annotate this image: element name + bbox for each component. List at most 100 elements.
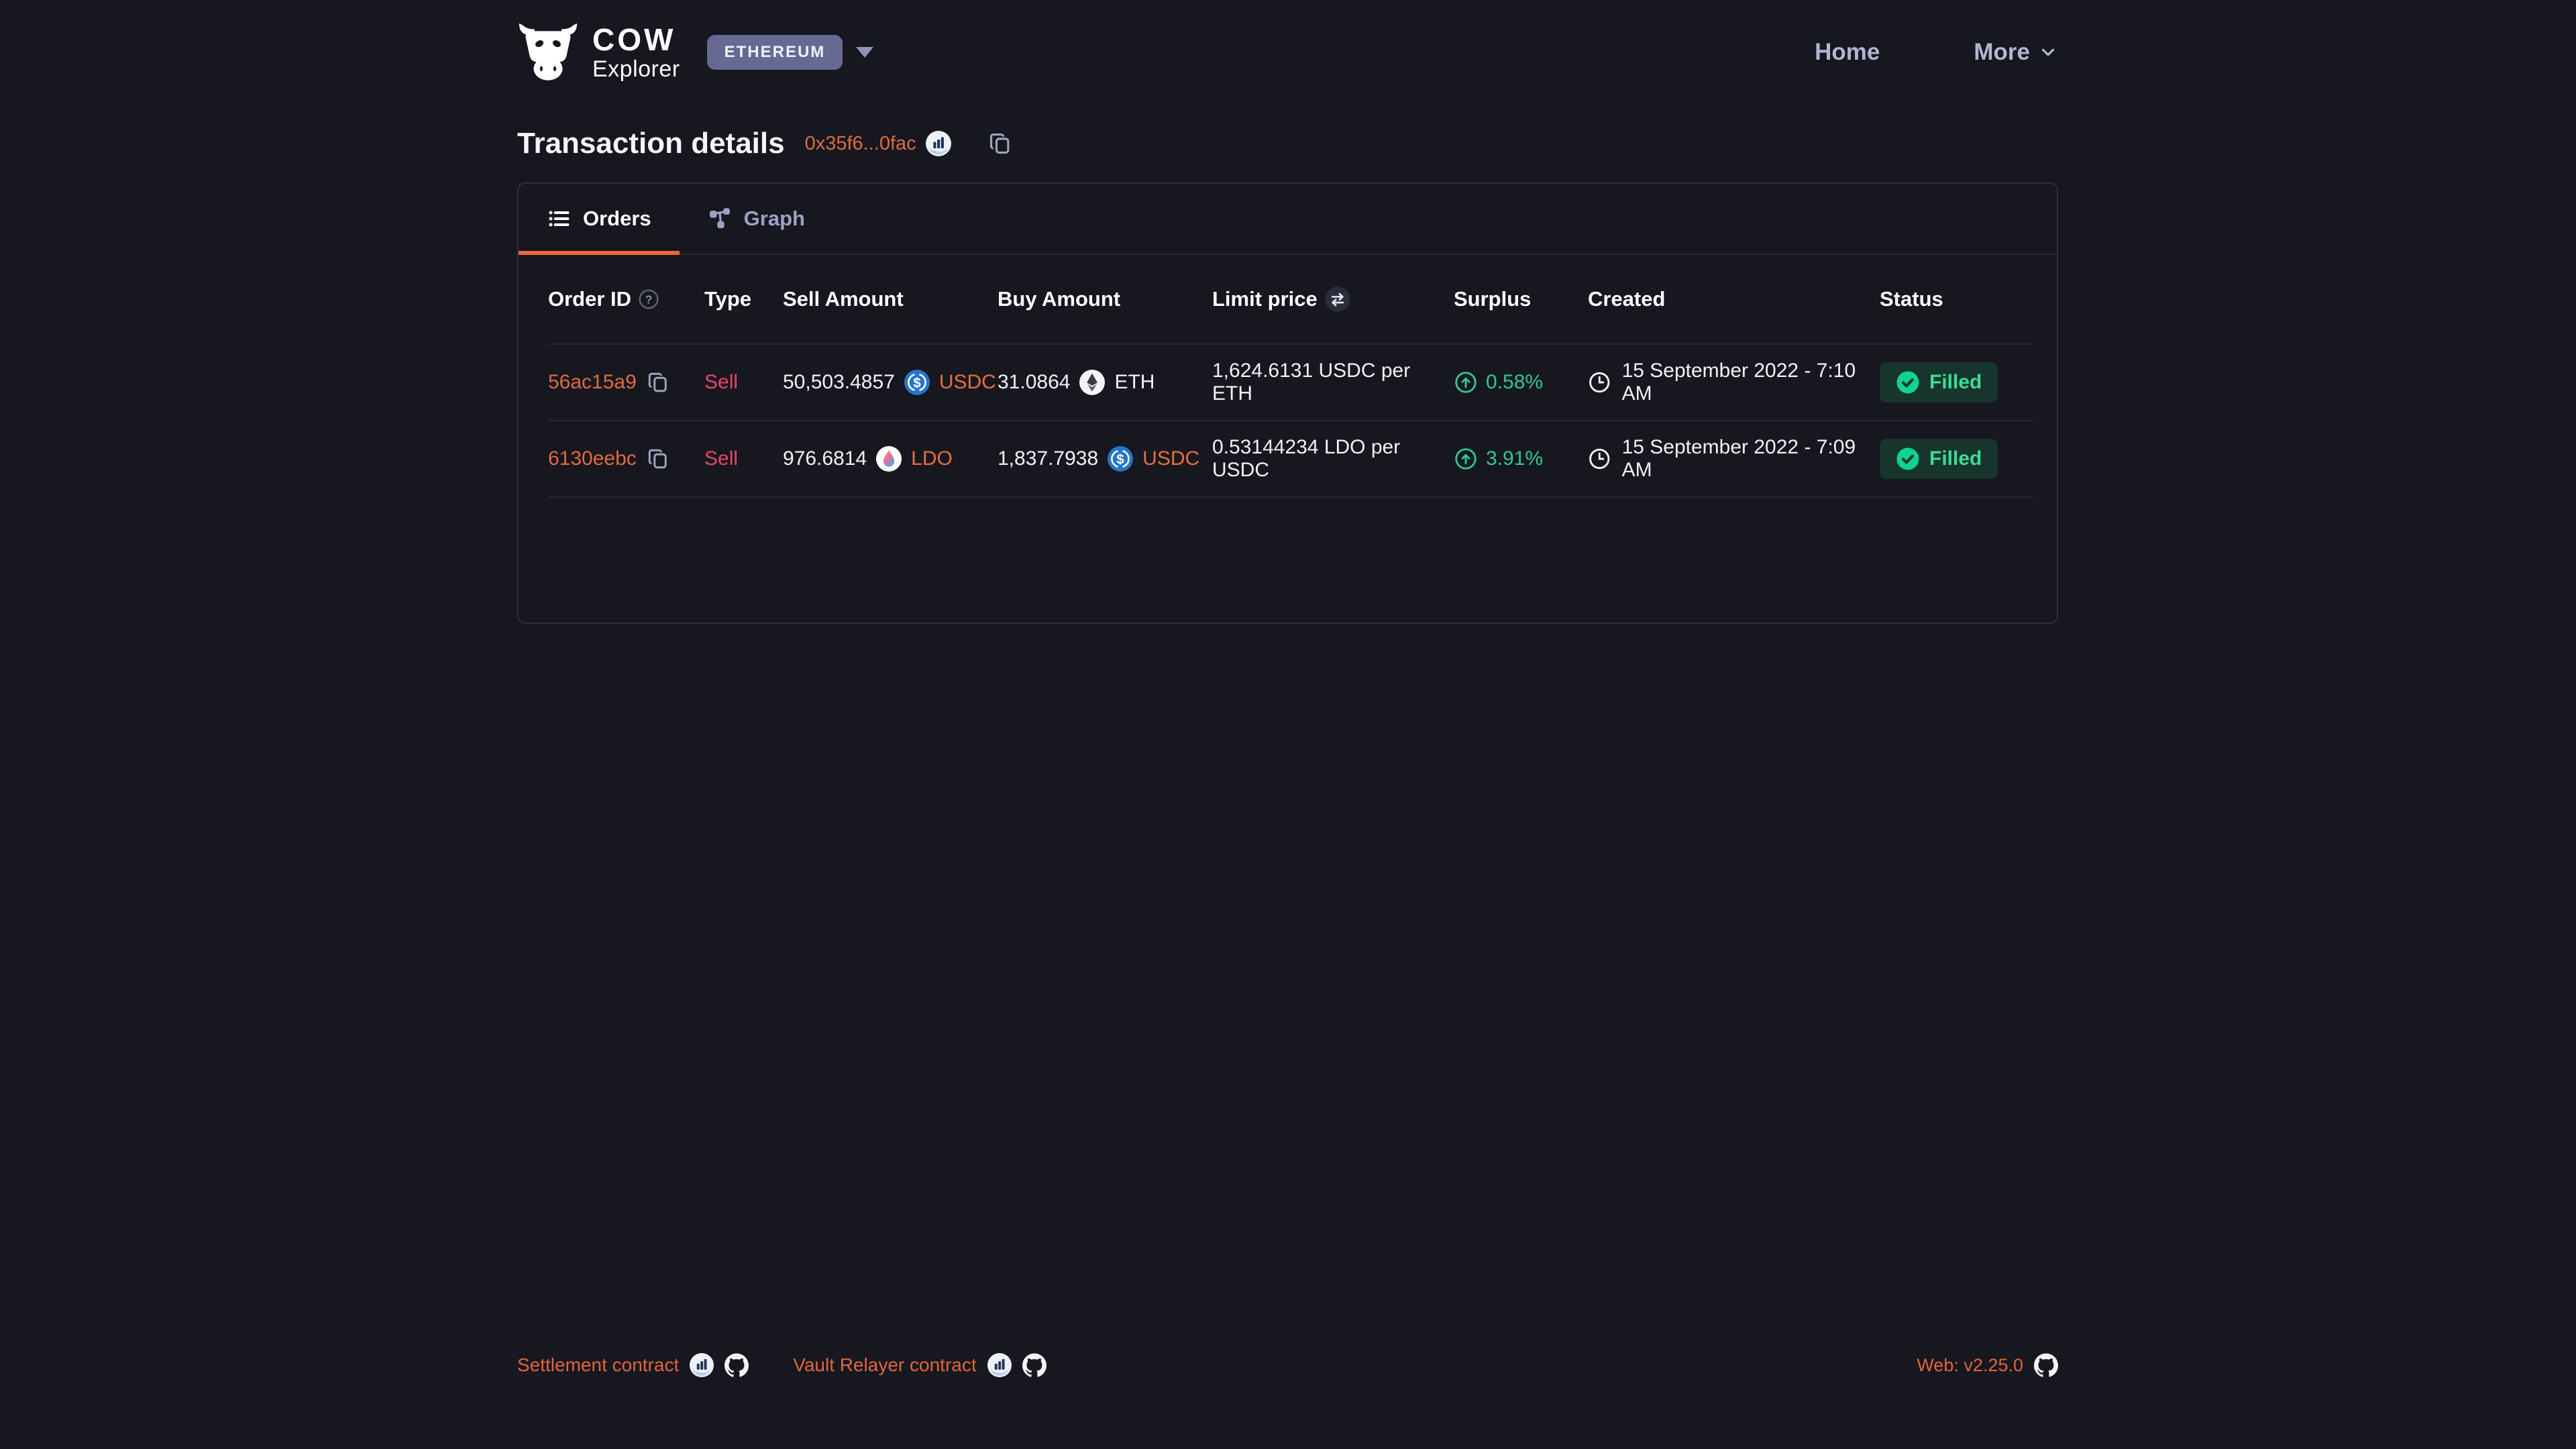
- status-cell: Filled: [1880, 362, 2034, 402]
- col-header-created: Created: [1588, 287, 1880, 311]
- col-header-type: Type: [704, 287, 783, 311]
- order-type-label: Sell: [704, 447, 738, 470]
- surplus-value: 0.58%: [1486, 371, 1543, 394]
- created-cell: 15 September 2022 - 7:09 AM: [1588, 436, 1880, 482]
- tab-graph-label: Graph: [744, 207, 805, 231]
- tx-hash-link[interactable]: 0x35f6...0fac: [805, 131, 951, 156]
- surplus-header-label: Surplus: [1454, 287, 1531, 311]
- buy-token-label: ETH: [1114, 371, 1155, 394]
- nav-item-home[interactable]: Home: [1815, 39, 1880, 66]
- vault-relayer-contract-group: Vault Relayer contract: [793, 1353, 1046, 1377]
- order-id-header-label: Order ID: [548, 287, 631, 311]
- col-header-surplus: Surplus: [1454, 287, 1588, 311]
- usdc-token-icon: $: [904, 370, 930, 395]
- surplus-cell: 3.91%: [1454, 447, 1588, 471]
- swap-price-units-icon[interactable]: [1324, 286, 1351, 313]
- title-row: Transaction details 0x35f6...0fac: [517, 123, 1013, 164]
- buy-amount-value: 31.0864: [998, 371, 1070, 394]
- col-header-sell-amount: Sell Amount: [783, 287, 998, 311]
- table-row: 56ac15a9 Sell 50,503.4857 $ USDC: [548, 343, 2034, 420]
- page-title: Transaction details: [517, 127, 785, 160]
- github-icon[interactable]: [1022, 1353, 1046, 1377]
- surplus-cell: 0.58%: [1454, 370, 1588, 394]
- sell-token-link[interactable]: LDO: [911, 447, 953, 470]
- table-header-row: Order ID ? Type Sell Amount Buy Amount L…: [548, 255, 2034, 343]
- settlement-contract-link[interactable]: Settlement contract: [517, 1354, 679, 1376]
- github-icon[interactable]: [2034, 1353, 2058, 1377]
- status-header-label: Status: [1880, 287, 1943, 311]
- logo-sub-text: Explorer: [592, 58, 680, 80]
- network-badge[interactable]: ETHEREUM: [707, 35, 843, 70]
- nav-home-label: Home: [1815, 39, 1880, 66]
- limit-price-value: 1,624.6131 USDC per ETH: [1212, 360, 1454, 405]
- network-selector[interactable]: ETHEREUM: [707, 35, 874, 70]
- footer-version-group: Web: v2.25.0: [1917, 1353, 2058, 1377]
- buy-token-link[interactable]: USDC: [1142, 447, 1199, 470]
- order-id-link[interactable]: 56ac15a9: [548, 371, 637, 394]
- order-id-link[interactable]: 6130eebc: [548, 447, 637, 470]
- status-badge: Filled: [1880, 362, 1998, 402]
- buy-amount-cell: 31.0864 ETH: [998, 370, 1212, 395]
- copy-icon[interactable]: [646, 370, 670, 394]
- tab-bar: Orders Graph: [519, 184, 2057, 255]
- limit-price-header-label: Limit price: [1212, 287, 1318, 311]
- type-cell: Sell: [704, 447, 783, 470]
- github-icon[interactable]: [724, 1353, 749, 1377]
- limit-price-cell: 0.53144234 LDO per USDC: [1212, 436, 1454, 482]
- footer: Settlement contract Vault Relayer contra…: [517, 1343, 2058, 1387]
- orders-table: Order ID ? Type Sell Amount Buy Amount L…: [548, 255, 2034, 498]
- main-nav: Home More: [1815, 39, 2058, 66]
- status-label: Filled: [1929, 371, 1982, 394]
- sell-amount-value: 50,503.4857: [783, 371, 895, 394]
- orders-card: Orders Graph Order ID ? Type: [517, 182, 2058, 624]
- surplus-up-icon: [1454, 447, 1478, 471]
- usdc-token-icon: $: [1108, 446, 1133, 472]
- tab-orders[interactable]: Orders: [519, 184, 680, 254]
- etherscan-icon[interactable]: [926, 131, 951, 156]
- chevron-down-icon: [2038, 42, 2058, 62]
- chevron-down-icon: [856, 47, 873, 58]
- limit-price-value: 0.53144234 LDO per USDC: [1212, 436, 1454, 482]
- buy-amount-value: 1,837.7938: [998, 447, 1098, 470]
- list-icon: [547, 207, 571, 231]
- check-circle-icon: [1896, 370, 1920, 394]
- sell-amount-cell: 976.6814 LDO: [783, 446, 998, 472]
- settlement-contract-group: Settlement contract: [517, 1353, 749, 1377]
- order-id-cell: 56ac15a9: [548, 370, 704, 394]
- logo-brand-text: COW: [592, 24, 680, 55]
- etherscan-icon[interactable]: [690, 1353, 714, 1377]
- created-value: 15 September 2022 - 7:09 AM: [1622, 436, 1880, 482]
- table-end-divider: [548, 496, 2034, 498]
- etherscan-icon[interactable]: [987, 1353, 1012, 1377]
- created-value: 15 September 2022 - 7:10 AM: [1622, 360, 1880, 405]
- col-header-limit-price: Limit price: [1212, 286, 1454, 313]
- col-header-buy-amount: Buy Amount: [998, 287, 1212, 311]
- copy-icon[interactable]: [987, 131, 1013, 156]
- web-version-link[interactable]: Web: v2.25.0: [1917, 1355, 2023, 1376]
- clock-icon: [1588, 370, 1611, 394]
- status-label: Filled: [1929, 447, 1982, 470]
- svg-text:?: ?: [645, 293, 653, 307]
- help-icon[interactable]: ?: [638, 288, 659, 310]
- sell-amount-value: 976.6814: [783, 447, 867, 470]
- created-cell: 15 September 2022 - 7:10 AM: [1588, 360, 1880, 405]
- sell-amount-header-label: Sell Amount: [783, 287, 904, 311]
- sell-amount-cell: 50,503.4857 $ USDC: [783, 370, 998, 395]
- table-row: 6130eebc Sell 976.6814: [548, 420, 2034, 496]
- tab-orders-label: Orders: [583, 207, 651, 231]
- sell-token-link[interactable]: USDC: [939, 371, 996, 394]
- buy-amount-header-label: Buy Amount: [998, 287, 1120, 311]
- limit-price-cell: 1,624.6131 USDC per ETH: [1212, 360, 1454, 405]
- order-id-cell: 6130eebc: [548, 447, 704, 471]
- check-circle-icon: [1896, 447, 1920, 471]
- surplus-up-icon: [1454, 370, 1478, 394]
- created-header-label: Created: [1588, 287, 1665, 311]
- vault-relayer-contract-link[interactable]: Vault Relayer contract: [793, 1354, 976, 1376]
- cow-icon: [517, 23, 579, 82]
- nav-more-label: More: [1974, 39, 2030, 66]
- nav-item-more[interactable]: More: [1974, 39, 2058, 66]
- copy-icon[interactable]: [646, 447, 670, 471]
- cow-explorer-logo[interactable]: COW Explorer: [517, 23, 680, 82]
- tab-graph[interactable]: Graph: [680, 184, 833, 254]
- col-header-order-id: Order ID ?: [548, 287, 704, 311]
